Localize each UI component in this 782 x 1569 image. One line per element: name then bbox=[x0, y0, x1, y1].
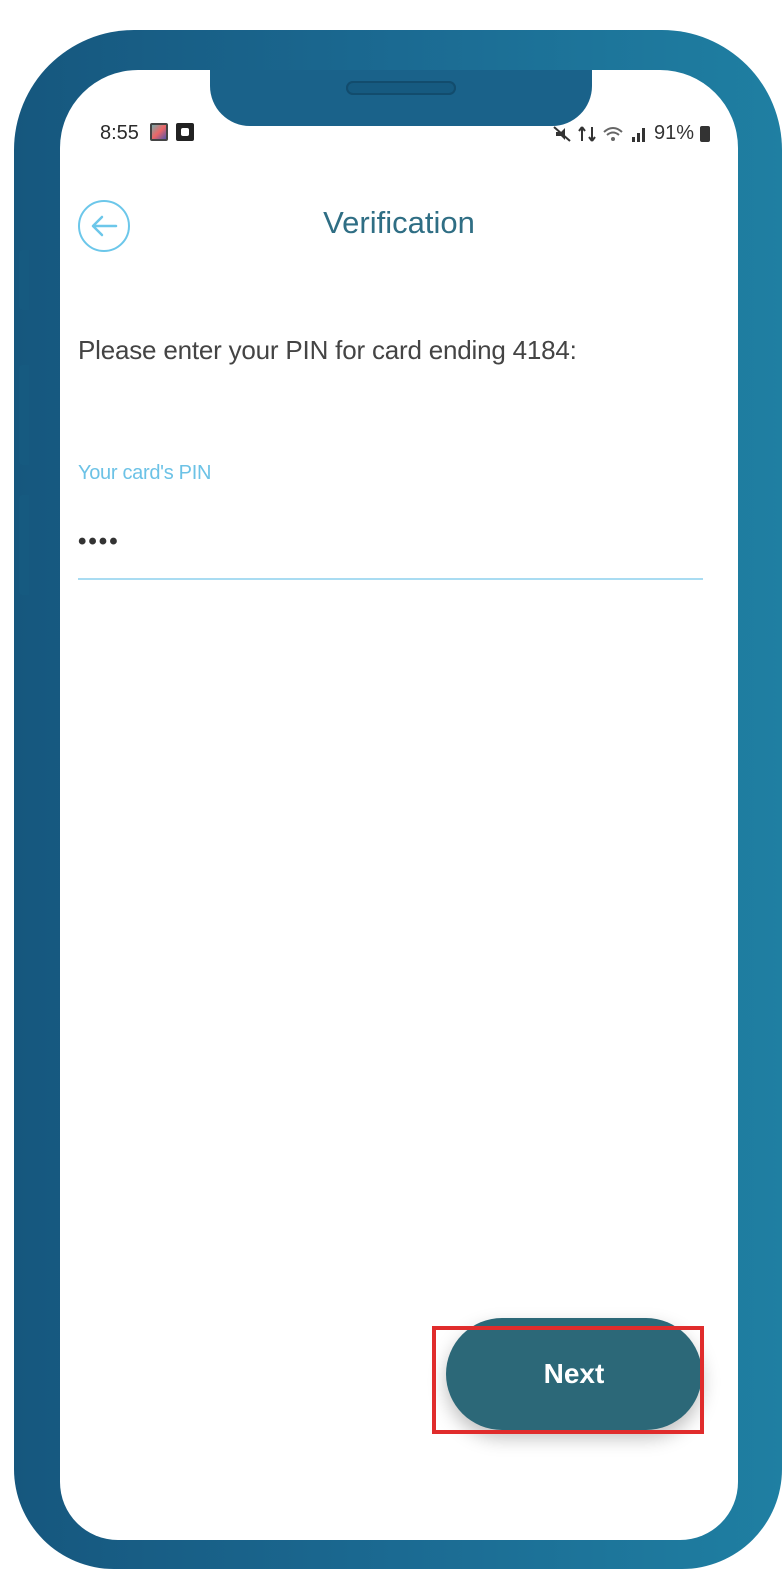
speaker-icon bbox=[346, 81, 456, 95]
side-button bbox=[19, 365, 29, 465]
pin-input[interactable]: •••• bbox=[78, 528, 120, 556]
mute-icon bbox=[553, 125, 571, 142]
pin-field-label: Your card's PIN bbox=[78, 462, 212, 484]
next-button-highlight bbox=[432, 1326, 704, 1434]
page-title: Verification bbox=[323, 205, 475, 240]
gallery-notification-icon bbox=[150, 123, 168, 141]
notch bbox=[210, 70, 592, 126]
screen-record-icon bbox=[176, 123, 194, 141]
status-notification-icons bbox=[150, 123, 194, 141]
data-icon bbox=[578, 125, 596, 142]
battery-icon bbox=[700, 125, 710, 142]
status-time: 8:55 bbox=[100, 122, 139, 144]
signal-icon bbox=[631, 127, 645, 142]
side-button bbox=[19, 250, 29, 310]
wifi-icon bbox=[603, 126, 623, 141]
side-button bbox=[19, 495, 29, 595]
pin-input-underline bbox=[78, 578, 703, 580]
status-right: 91% bbox=[552, 122, 710, 145]
battery-percent: 91% bbox=[653, 122, 694, 144]
pin-prompt: Please enter your PIN for card ending 41… bbox=[78, 335, 577, 365]
